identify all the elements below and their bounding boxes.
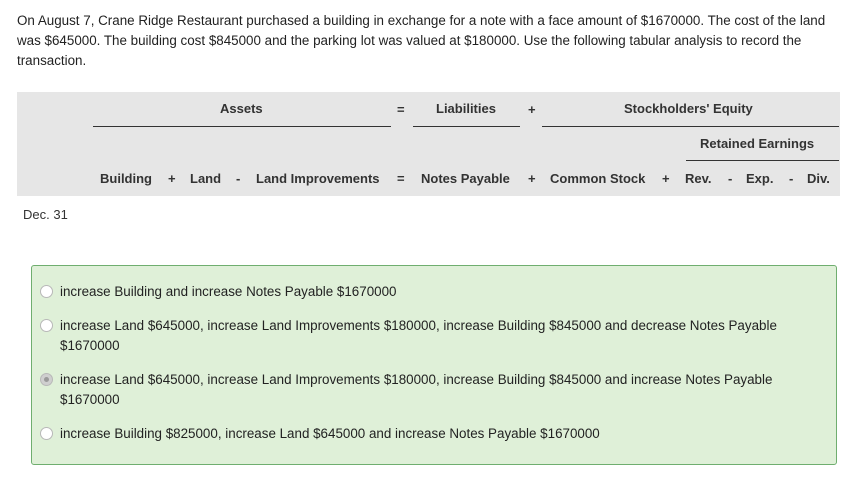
assets-header: Assets: [220, 101, 263, 116]
col-div: Div.: [807, 171, 830, 186]
minus-sign: -: [236, 171, 241, 186]
plus-sign: +: [528, 171, 536, 186]
col-rev: Rev.: [685, 171, 712, 186]
radio-button-selected[interactable]: [40, 373, 53, 386]
liabilities-header: Liabilities: [436, 101, 496, 116]
col-land: Land: [190, 171, 222, 186]
retained-earnings-header: Retained Earnings: [700, 136, 815, 151]
assets-underline: [93, 126, 391, 127]
liabilities-underline: [413, 126, 520, 127]
option-label: increase Land $645000, increase Land Imp…: [60, 372, 773, 407]
row-date-label: Dec. 31: [23, 207, 68, 222]
col-notes-payable: Notes Payable: [421, 171, 510, 186]
radio-button[interactable]: [40, 427, 53, 440]
stockholders-equity-header: Stockholders' Equity: [624, 101, 753, 116]
col-exp: Exp.: [746, 171, 774, 186]
question-text: On August 7, Crane Ridge Restaurant purc…: [17, 13, 826, 68]
answer-options-panel: increase Building and increase Notes Pay…: [31, 265, 837, 465]
col-land-improvements: Land Improvements: [256, 171, 380, 186]
col-building: Building: [100, 171, 152, 186]
col-common-stock: Common Stock: [550, 171, 646, 186]
equity-underline: [542, 126, 839, 127]
option-label: increase Building $825000, increase Land…: [60, 426, 600, 441]
plus-sign: +: [528, 102, 536, 117]
radio-button[interactable]: [40, 285, 53, 298]
minus-sign: -: [728, 171, 733, 186]
option-label: increase Land $645000, increase Land Imp…: [60, 318, 777, 353]
minus-sign: -: [789, 171, 794, 186]
equals-sign: =: [397, 171, 405, 186]
plus-sign: +: [168, 171, 176, 186]
retained-earnings-underline: [686, 160, 839, 161]
equals-sign: =: [397, 102, 405, 117]
option-label: increase Building and increase Notes Pay…: [60, 284, 397, 299]
plus-sign: +: [662, 171, 670, 186]
radio-button[interactable]: [40, 319, 53, 332]
